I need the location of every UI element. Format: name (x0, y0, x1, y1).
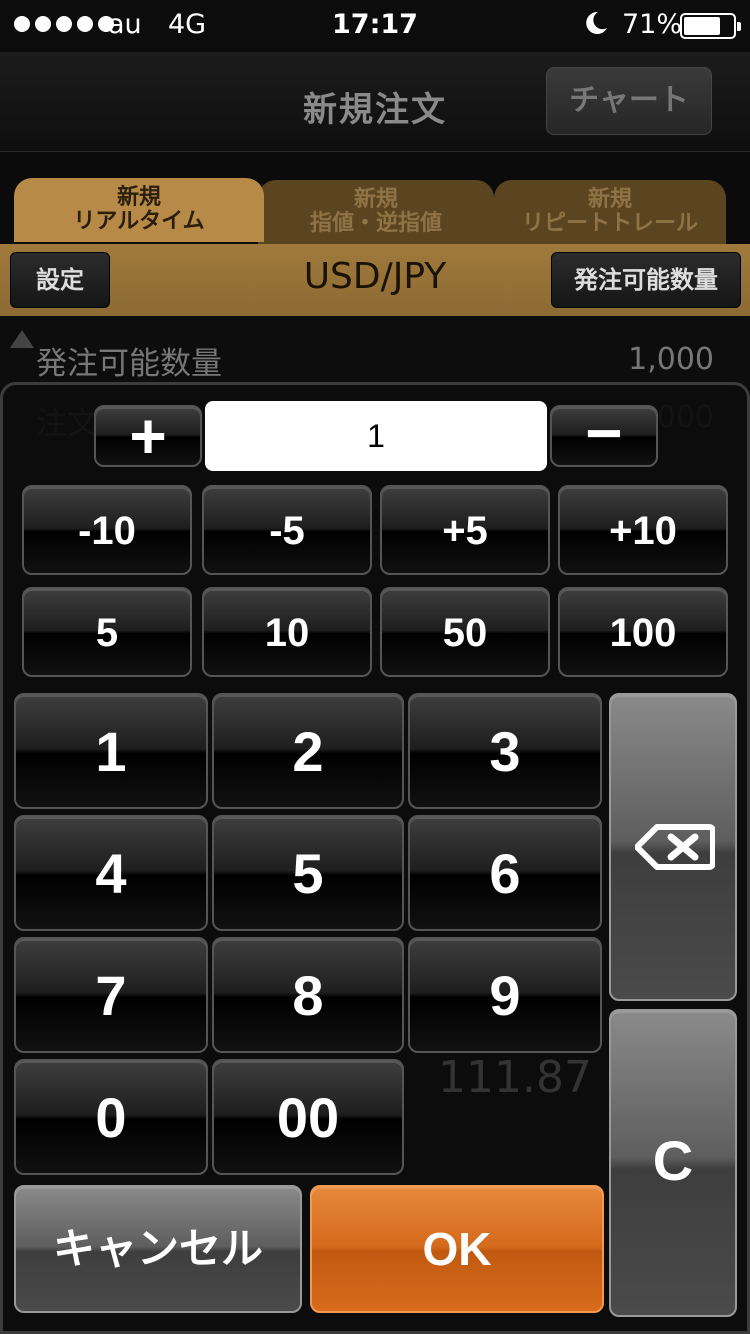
status-bar: au 4G 17:17 71% (0, 0, 750, 52)
preset-50-button[interactable]: 50 (380, 587, 550, 677)
clear-button[interactable]: C (609, 1009, 737, 1317)
backspace-icon (635, 824, 715, 870)
do-not-disturb-icon (586, 11, 607, 34)
digit-9-button[interactable]: 9 (408, 937, 602, 1053)
preset-100-button[interactable]: 100 (558, 587, 728, 677)
pair-toolbar: 設定 USD/JPY 発注可能数量 (0, 244, 750, 316)
tab-line1: 新規 (353, 187, 398, 212)
digit-6-button[interactable]: 6 (408, 815, 602, 931)
digit-4-button[interactable]: 4 (14, 815, 208, 931)
available-qty-value: 1,000 (628, 342, 714, 377)
step-plus-10-button[interactable]: +10 (558, 485, 728, 575)
tab-repeat-trail[interactable]: 新規 リピートトレール (494, 180, 726, 244)
tab-line2: リピートトレール (521, 211, 698, 236)
step-plus-5-button[interactable]: +5 (380, 485, 550, 575)
ok-button[interactable]: OK (310, 1185, 604, 1313)
tab-realtime[interactable]: 新規 リアルタイム (14, 178, 264, 242)
tab-line2: リアルタイム (73, 209, 205, 234)
tab-line2: 指値・逆指値 (309, 211, 442, 236)
digit-00-button[interactable]: 00 (212, 1059, 404, 1175)
digit-2-button[interactable]: 2 (212, 693, 404, 809)
tab-line1: 新規 (587, 187, 632, 212)
digit-8-button[interactable]: 8 (212, 937, 404, 1053)
tab-line1: 新規 (116, 185, 161, 210)
order-type-tabs: 新規 指値・逆指値 新規 リピートトレール 新規 リアルタイム (0, 152, 750, 244)
available-qty-button[interactable]: 発注可能数量 (551, 252, 741, 308)
backspace-button[interactable] (609, 693, 737, 1001)
preset-5-button[interactable]: 5 (22, 587, 192, 677)
digit-3-button[interactable]: 3 (408, 693, 602, 809)
quantity-input[interactable]: 1 (205, 401, 547, 471)
digit-5-button[interactable]: 5 (212, 815, 404, 931)
decrement-button[interactable]: − (550, 401, 658, 467)
preset-10-button[interactable]: 10 (202, 587, 372, 677)
increment-button[interactable]: + (94, 404, 202, 468)
chart-button[interactable]: チャート (546, 67, 712, 135)
available-qty-label: 発注可能数量 (36, 346, 222, 382)
digit-1-button[interactable]: 1 (14, 693, 208, 809)
digit-0-button[interactable]: 0 (14, 1059, 208, 1175)
step-minus-5-button[interactable]: -5 (202, 485, 372, 575)
battery-icon (680, 13, 741, 39)
digit-7-button[interactable]: 7 (14, 937, 208, 1053)
tab-limit-stop[interactable]: 新規 指値・逆指値 (258, 180, 494, 244)
battery-percent: 71% (622, 9, 683, 40)
background-price: 111.87 (438, 1052, 592, 1103)
navigation-bar: 新規注文 チャート (0, 52, 750, 152)
collapse-arrow-icon (10, 330, 34, 348)
cancel-button[interactable]: キャンセル (14, 1185, 302, 1313)
step-minus-10-button[interactable]: -10 (22, 485, 192, 575)
